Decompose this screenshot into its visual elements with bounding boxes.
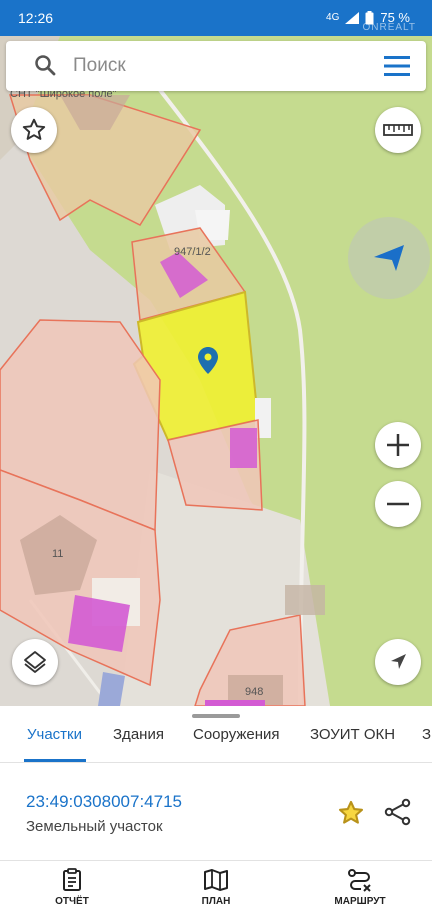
cadastral-number[interactable]: 23:49:0308007:4715: [26, 792, 182, 812]
menu-icon[interactable]: [382, 54, 412, 78]
drag-handle[interactable]: [192, 714, 240, 718]
compass-button[interactable]: [348, 217, 430, 299]
layers-button[interactable]: [12, 639, 58, 685]
minus-icon: [387, 502, 409, 506]
divider: [0, 860, 432, 861]
ruler-button[interactable]: [375, 107, 421, 153]
map-icon: [204, 869, 228, 891]
compass-arrow-icon: [374, 245, 404, 271]
tab-zouit-okn[interactable]: ЗОУИТ ОКН: [310, 726, 395, 743]
status-bar: 12:26 ONREALT 4G 75 %: [0, 0, 432, 36]
tab-parcels[interactable]: Участки: [27, 726, 82, 743]
nav-plan[interactable]: ПЛАН: [166, 862, 266, 910]
map-canvas: [0, 36, 432, 706]
plus-icon: [387, 434, 409, 456]
tab-more[interactable]: З: [422, 726, 431, 743]
building-magenta-2: [230, 428, 257, 468]
ruler-icon: [383, 124, 413, 136]
map-label-948: 948: [245, 686, 264, 698]
map-label-947: 947/1/2: [174, 246, 211, 258]
favorite-map-button[interactable]: [11, 107, 57, 153]
status-indicators: 4G 75 %: [326, 10, 410, 25]
favorite-star-icon[interactable]: [337, 799, 365, 827]
network-indicator: 4G: [326, 12, 340, 23]
category-tabs: Участки Здания Сооружения ЗОУИТ ОКН З: [0, 706, 432, 762]
battery-icon: [365, 10, 374, 24]
status-time: 12:26: [18, 10, 54, 26]
report-icon: [63, 868, 81, 891]
signal-icon: [345, 11, 360, 24]
navigation-arrow-icon: [391, 654, 406, 669]
zoom-out-button[interactable]: [375, 481, 421, 527]
share-icon[interactable]: [384, 798, 412, 826]
bottom-navigation: ОТЧЁТ ПЛАН МАРШРУТ: [0, 862, 432, 910]
building-magenta-3: [68, 595, 130, 652]
star-outline-icon: [22, 118, 46, 140]
layers-icon: [24, 651, 46, 673]
search-icon: [35, 55, 56, 76]
my-location-button[interactable]: [375, 639, 421, 685]
nav-route-label: МАРШРУТ: [334, 896, 386, 907]
search-bar[interactable]: Поиск: [6, 41, 426, 91]
nav-report[interactable]: ОТЧЁТ: [22, 862, 122, 910]
battery-level: 75 %: [380, 10, 410, 25]
divider: [0, 762, 432, 763]
parcel-type: Земельный участок: [26, 818, 163, 835]
tab-buildings[interactable]: Здания: [113, 726, 164, 743]
nav-report-label: ОТЧЁТ: [55, 896, 89, 907]
search-input[interactable]: Поиск: [73, 55, 126, 77]
tab-structures[interactable]: Сооружения: [193, 726, 280, 743]
map-view[interactable]: СНТ "Широкое поле" 947/1/2 11 948: [0, 36, 432, 706]
nav-route[interactable]: МАРШРУТ: [310, 862, 410, 910]
zoom-in-button[interactable]: [375, 422, 421, 468]
map-label-11: 11: [52, 548, 64, 560]
nav-plan-label: ПЛАН: [201, 896, 231, 907]
route-icon: [348, 869, 371, 892]
